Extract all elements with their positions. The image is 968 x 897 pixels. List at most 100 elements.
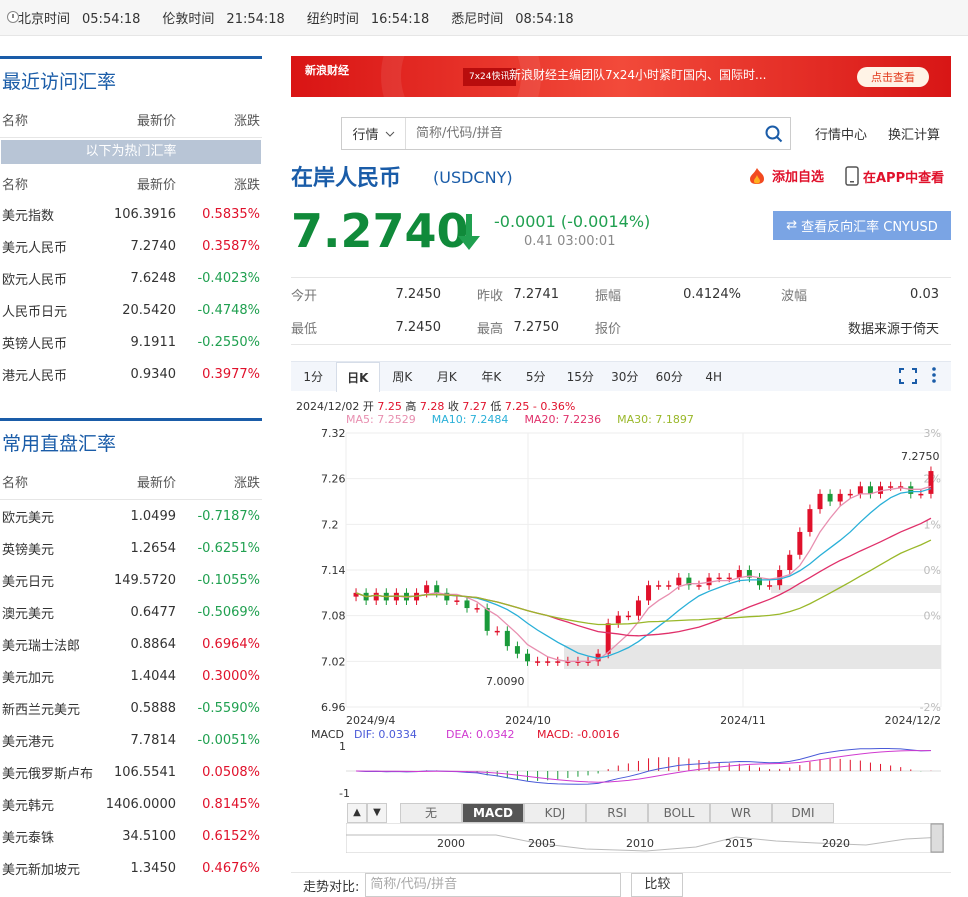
rate-name[interactable]: 英镑人民币 [0,333,96,352]
rate-name[interactable]: 欧元人民币 [0,269,96,288]
rate-price: 0.8864 [130,636,177,652]
rate-name[interactable]: 美元指数 [0,205,96,224]
indicator-tab[interactable]: KDJ [524,803,586,823]
reverse-rate-button[interactable]: ⇄ 查看反向汇率 CNYUSD [773,211,951,240]
rate-name[interactable]: 美元港元 [0,731,96,750]
range-overview[interactable]: 2000 2005 2010 2015 2020 [346,823,944,853]
rate-row[interactable]: 美元瑞士法郎 0.8864 0.6964% [0,628,262,660]
rate-row[interactable]: 美元日元 149.5720 -0.1055% [0,564,262,596]
macd-legend: MACD: -0.0016 [537,728,620,741]
rate-row[interactable]: 英镑人民币 9.1911 -0.2550% [0,326,262,358]
rate-row[interactable]: 美元指数 106.3916 0.5835% [0,198,262,230]
rate-row[interactable]: 新西兰元美元 0.5888 -0.5590% [0,692,262,724]
stats-row: 今开 7.2450 昨收 7.2741 振幅 0.4124% 波幅 0.03 [291,287,939,304]
indicator-tab[interactable]: MACD [462,803,524,823]
search-input[interactable] [406,126,758,141]
market-center-link[interactable]: 行情中心 [815,124,867,143]
news-banner[interactable]: 新浪财经 7x24快讯 新浪财经主编团队7x24小时紧盯国内、国际时... 点击… [291,56,951,97]
rate-price: 149.5720 [113,572,176,588]
fullscreen-icon[interactable] [898,367,918,385]
rate-row[interactable]: 美元新加坡元 1.3450 0.4676% [0,852,262,884]
rate-name[interactable]: 人民币日元 [0,301,96,320]
tab-period[interactable]: 周K [380,362,425,392]
down-arrow-icon [458,214,480,250]
rate-row[interactable]: 美元港元 7.7814 -0.0051% [0,724,262,756]
rate-row[interactable]: 美元俄罗斯卢布 106.5541 0.0508% [0,756,262,788]
rate-row[interactable]: 美元韩元 1406.0000 0.8145% [0,788,262,820]
rate-name[interactable]: 美元泰铢 [0,827,96,846]
stats-row: 最低 7.2450 最高 7.2750 报价 数据来源于倚天 [291,320,939,337]
add-favorite-button[interactable]: 添加自选 [746,166,824,185]
recent-header: 名称 最新价 涨跌 [0,102,262,138]
min-price-label: 7.0090 [486,675,525,688]
rate-name[interactable]: 英镑美元 [0,539,96,558]
rate-name[interactable]: 欧元美元 [0,507,96,526]
indicator-tab[interactable]: DMI [772,803,834,823]
open-in-app-button[interactable]: 在APP中查看 [845,166,944,186]
indicator-tabs: 无 MACD KDJ RSI BOLL WR DMI [400,803,834,823]
rate-row[interactable]: 英镑美元 1.2654 -0.6251% [0,532,262,564]
arrow-up-icon[interactable]: ▲ [347,803,367,823]
world-clock-bar: 北京时间 05:54:18 伦敦时间 21:54:18 纽约时间 16:54:18 悉… [0,0,968,36]
rate-name[interactable]: 澳元美元 [0,603,96,622]
compare-button[interactable]: 比较 [631,873,684,897]
rate-name[interactable]: 港元人民币 [0,365,96,384]
y-tick-label: 6.96 [321,701,346,714]
tab-period[interactable]: 4H [692,362,737,392]
rate-row[interactable]: 美元泰铢 34.5100 0.6152% [0,820,262,852]
y-tick-label: 7.2 [321,518,339,531]
tab-period[interactable]: 15分 [558,362,603,392]
indicator-tab[interactable]: WR [710,803,772,823]
candle-body [756,577,762,586]
tab-period[interactable]: 月K [425,362,470,392]
macd-tick-label: 1 [339,740,346,753]
tab-period[interactable]: 年K [469,362,514,392]
rate-row[interactable]: 欧元美元 1.0499 -0.7187% [0,500,262,532]
rate-name[interactable]: 美元人民币 [0,237,96,256]
compare-input[interactable]: 简称/代码/拼音 [365,873,622,897]
more-options-icon[interactable] [930,366,938,386]
search-icon[interactable] [758,118,790,149]
chart-period-tabs: 1分 日K 周K 月K 年K 5分 15分 30分 60分 4H [291,361,951,392]
x-tick-label: 2024/10 [505,714,551,725]
rate-row[interactable]: 人民币日元 20.5420 -0.4748% [0,294,262,326]
rate-price: 9.1911 [130,334,177,350]
rate-row[interactable]: 美元人民币 7.2740 0.3587% [0,230,262,262]
indicator-tab[interactable]: BOLL [648,803,710,823]
rate-name[interactable]: 美元韩元 [0,795,96,814]
rate-name[interactable]: 美元加元 [0,667,96,686]
candle-body [646,585,652,601]
tab-period[interactable]: 5分 [514,362,559,392]
candlestick-chart[interactable]: 7.323%7.262%7.21%7.140%7.080%7.02-1%6.96… [291,425,951,725]
rate-name[interactable]: 美元新加坡元 [0,859,96,878]
y-tick-label: 7.26 [321,473,346,486]
fx-calculator-link[interactable]: 换汇计算 [888,124,940,143]
tab-period[interactable]: 60分 [647,362,692,392]
indicator-tab[interactable]: 无 [400,803,462,823]
rate-row[interactable]: 美元加元 1.4044 0.3000% [0,660,262,692]
rate-row[interactable]: 欧元人民币 7.6248 -0.4023% [0,262,262,294]
rate-price: 0.5888 [130,700,177,716]
tab-period[interactable]: 日K [335,361,380,392]
indicator-tab[interactable]: RSI [586,803,648,823]
quote-code: (USDCNY) [433,168,513,187]
rate-name[interactable]: 美元瑞士法郎 [0,635,96,654]
rate-name[interactable]: 美元俄罗斯卢布 [0,763,96,782]
rate-change: -0.4023% [197,270,260,286]
search-type-select[interactable]: 行情 [342,118,406,149]
rate-price: 1.3450 [130,860,177,876]
recent-rates-panel: 最近访问汇率 名称 最新价 涨跌 以下为热门汇率 名称 最新价 涨跌 美元指数 106.3… [0,56,262,390]
x-tick-label: 2024/11 [720,714,766,725]
rate-change: -0.5590% [197,700,260,716]
rate-name[interactable]: 新西兰元美元 [0,699,96,718]
rate-row[interactable]: 澳元美元 0.6477 -0.5069% [0,596,262,628]
sina-finance-logo: 新浪财经 [305,64,349,77]
banner-button[interactable]: 点击查看 [857,67,929,87]
candle-body [525,653,531,662]
candle-body [656,585,662,587]
tab-period[interactable]: 30分 [603,362,648,392]
rate-name[interactable]: 美元日元 [0,571,96,590]
rate-row[interactable]: 港元人民币 0.9340 0.3977% [0,358,262,390]
tab-period[interactable]: 1分 [291,362,336,392]
arrow-down-icon[interactable]: ▼ [367,803,387,823]
